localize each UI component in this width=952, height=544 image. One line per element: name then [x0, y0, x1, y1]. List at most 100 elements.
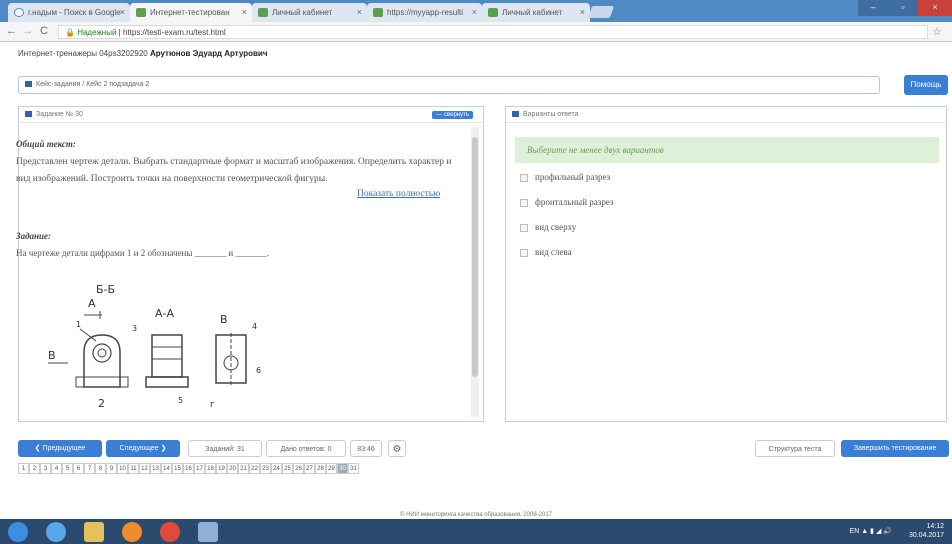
page-link[interactable]: 21: [238, 463, 249, 474]
checkbox[interactable]: [520, 173, 528, 182]
chrome-icon[interactable]: [160, 522, 180, 542]
pagination: 1 2 3 4 5 6 7 8 9 10 11 12 13 14 15 16 17 18 19 20 21 22 23 24 2…: [18, 463, 359, 475]
page-link[interactable]: 27: [304, 463, 315, 474]
settings-icon[interactable]: ⚙: [388, 440, 406, 457]
timer: 83:46: [350, 440, 382, 457]
page-link[interactable]: 9: [106, 463, 117, 474]
general-text-heading: Общий текст:: [16, 139, 76, 149]
page-link[interactable]: 12: [139, 463, 150, 474]
start-icon[interactable]: [8, 522, 28, 542]
ie-icon[interactable]: [46, 522, 66, 542]
site-icon: [136, 8, 146, 17]
prev-button[interactable]: ❮ Предыдущее: [18, 440, 102, 457]
close-icon[interactable]: ×: [120, 7, 125, 17]
finish-button[interactable]: Завершить тестирование: [841, 440, 949, 457]
answered-count: Дано ответов: 0: [266, 440, 346, 457]
maximize-button[interactable]: ▫: [888, 0, 918, 16]
tab-test[interactable]: Интернет-тестирован ×: [130, 3, 252, 22]
page-link[interactable]: 22: [249, 463, 260, 474]
page-link[interactable]: 20: [227, 463, 238, 474]
url-field[interactable]: 🔒 Надежный | https://testi-exam.ru/test.…: [58, 25, 928, 39]
site-icon: [488, 8, 498, 17]
close-icon[interactable]: ×: [580, 7, 585, 17]
page-link[interactable]: 29: [326, 463, 337, 474]
label-4: 4: [252, 322, 257, 331]
page-link[interactable]: 10: [117, 463, 128, 474]
user-line: Интернет-тренажеры 04ps3202920 Арутюнов …: [18, 49, 268, 58]
tab-cabinet-2[interactable]: Личный кабинет ×: [482, 3, 590, 22]
help-button[interactable]: Помощь: [904, 75, 948, 95]
square-icon: [512, 111, 519, 118]
general-text: Представлен чертеж детали. Выбрать станд…: [16, 157, 452, 184]
folder-icon[interactable]: [84, 522, 104, 542]
scrollbar[interactable]: [471, 127, 479, 417]
address-bar: ← → C 🔒 Надежный | https://testi-exam.ru…: [0, 22, 952, 42]
taskbar: EN ▲ ▮ ◢ 🔊 14:12 30.04.2017: [0, 519, 952, 544]
media-icon[interactable]: [122, 522, 142, 542]
page-link[interactable]: 11: [128, 463, 139, 474]
page-link[interactable]: 13: [150, 463, 161, 474]
back-icon[interactable]: ←: [6, 25, 17, 37]
option-3[interactable]: вид сверху: [520, 222, 576, 232]
page-link[interactable]: 18: [205, 463, 216, 474]
close-icon[interactable]: ×: [242, 7, 247, 17]
tab-cabinet[interactable]: Личный кабинет ×: [252, 3, 367, 22]
new-tab-button[interactable]: [587, 6, 615, 18]
page-link[interactable]: 4: [51, 463, 62, 474]
page-link[interactable]: 6: [73, 463, 84, 474]
scrollbar-thumb[interactable]: [472, 137, 478, 377]
checkbox[interactable]: [520, 198, 528, 207]
hole-front: [92, 343, 112, 363]
page-link[interactable]: 14: [161, 463, 172, 474]
answer-panel-header: Варианты ответа: [506, 107, 946, 123]
page-link[interactable]: 26: [293, 463, 304, 474]
page-link[interactable]: 16: [183, 463, 194, 474]
breadcrumb: Кейс-задания / Кейс 2 подзадача 2: [18, 76, 880, 94]
reload-icon[interactable]: C: [40, 25, 48, 37]
option-1[interactable]: профильный разрез: [520, 172, 610, 182]
label-3: 3: [132, 324, 137, 333]
footer: © НИИ мониторинга качества образования, …: [399, 512, 552, 518]
page-link[interactable]: 31: [348, 463, 359, 474]
close-window-button[interactable]: ×: [918, 0, 952, 16]
page-link[interactable]: 25: [282, 463, 293, 474]
structure-button[interactable]: Структура теста: [755, 440, 835, 457]
task-panel-header: Задание № 30: [19, 107, 483, 123]
page-link[interactable]: 8: [95, 463, 106, 474]
collapse-button[interactable]: — свернуть: [432, 111, 473, 119]
page-link[interactable]: 5: [62, 463, 73, 474]
tab-results[interactable]: https://myyapp-resulti ×: [367, 3, 482, 22]
app-icon[interactable]: [198, 522, 218, 542]
answer-hint: Выберите не менее двух вариантов: [515, 137, 939, 163]
option-4[interactable]: вид слева: [520, 247, 572, 257]
page-link[interactable]: 15: [172, 463, 183, 474]
tab-google-search[interactable]: г.надым - Поиск в Google ×: [8, 3, 130, 22]
label-5: 5: [178, 396, 183, 405]
page-link[interactable]: 30: [337, 463, 348, 474]
close-icon[interactable]: ×: [472, 7, 477, 17]
page-link[interactable]: 19: [216, 463, 227, 474]
page-link[interactable]: 24: [271, 463, 282, 474]
browser-tab-bar: г.надым - Поиск в Google × Интернет-тести…: [0, 0, 952, 22]
minimize-button[interactable]: –: [858, 0, 888, 16]
page-link[interactable]: 28: [315, 463, 326, 474]
part-drawing: Б-Б А 1 В 2 А-А 3 5 В 4 6 г: [48, 283, 261, 410]
option-2[interactable]: фронтальный разрез: [520, 197, 614, 207]
checkbox[interactable]: [520, 223, 528, 232]
page-link[interactable]: 3: [40, 463, 51, 474]
bookmark-star-icon[interactable]: ☆: [932, 25, 942, 38]
page-link[interactable]: 17: [194, 463, 205, 474]
page-link[interactable]: 23: [260, 463, 271, 474]
forward-icon[interactable]: →: [22, 25, 33, 37]
page-link[interactable]: 2: [29, 463, 40, 474]
next-button[interactable]: Следующее ❯: [106, 440, 180, 457]
close-icon[interactable]: ×: [357, 7, 362, 17]
show-more-link[interactable]: Показать полностью: [357, 189, 440, 199]
tasks-count: Заданий: 31: [188, 440, 262, 457]
checkbox[interactable]: [520, 248, 528, 257]
page-link[interactable]: 1: [18, 463, 29, 474]
base-section: [145, 376, 189, 388]
site-icon: [373, 8, 383, 17]
site-icon: [258, 8, 268, 17]
page-link[interactable]: 7: [84, 463, 95, 474]
